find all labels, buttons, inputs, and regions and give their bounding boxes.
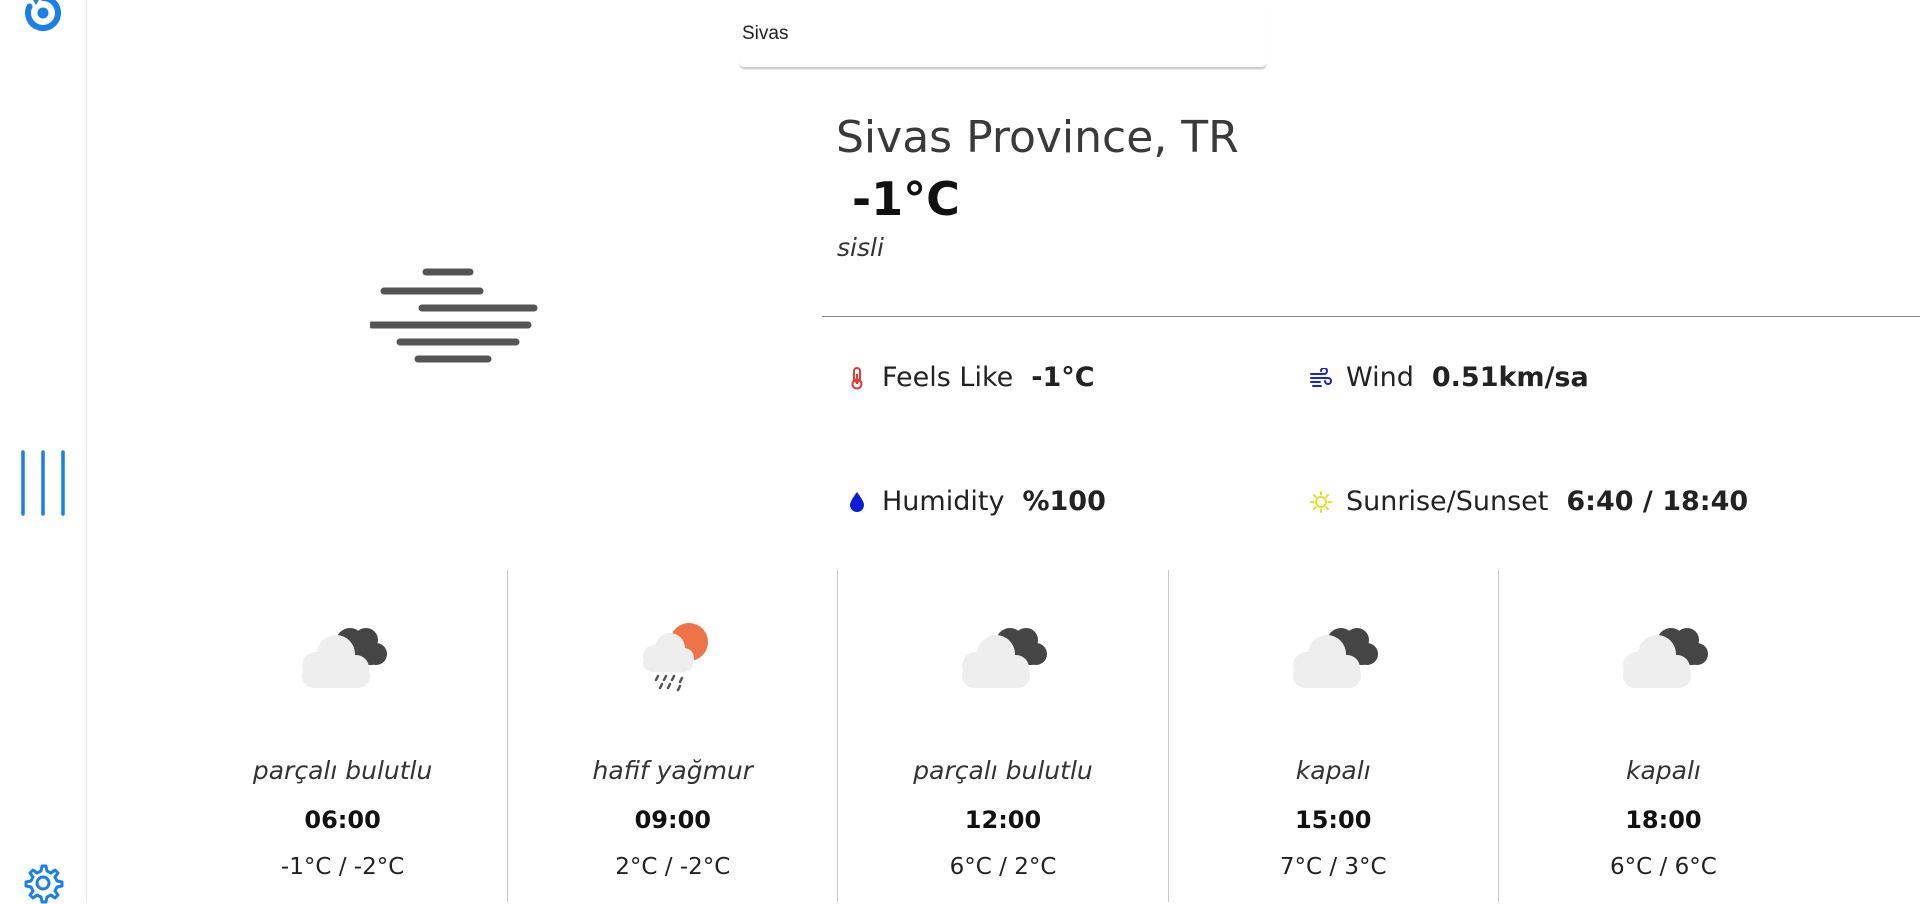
- weather-description: sisli: [837, 233, 884, 262]
- forecast-description: parçalı bulutlu: [913, 756, 1093, 785]
- forecast-time: 09:00: [634, 806, 711, 834]
- wind-detail: Wind 0.51km/sa: [1308, 362, 1589, 393]
- sunrise-sunset-detail: Sunrise/Sunset 6:40 / 18:40: [1308, 486, 1748, 517]
- forecast-card: parçalı bulutlu 12:00 6°C / 2°C: [837, 570, 1167, 902]
- forecast-description: kapalı: [1295, 756, 1371, 785]
- forecast-temperature-range: 6°C / 6°C: [1610, 854, 1717, 880]
- sunrise-sunset-label: Sunrise/Sunset: [1346, 486, 1549, 517]
- overcast-clouds-icon: [1622, 628, 1708, 688]
- menu-bars-icon[interactable]: [18, 450, 68, 516]
- feels-like-value: -1°C: [1031, 362, 1095, 393]
- thermometer-icon: [844, 365, 870, 391]
- wind-value: 0.51km/sa: [1431, 362, 1589, 393]
- feels-like-label: Feels Like: [882, 362, 1014, 393]
- search-box: [739, 10, 1267, 69]
- logo-icon[interactable]: [22, 0, 64, 34]
- gear-icon[interactable]: [22, 862, 64, 904]
- forecast-temperature-range: 6°C / 2°C: [949, 854, 1057, 880]
- forecast-card: kapalı 18:00 6°C / 6°C: [1497, 570, 1828, 902]
- forecast-temperature-range: -1°C / -2°C: [280, 854, 405, 880]
- fog-icon: [370, 268, 538, 363]
- water-drop-icon: [844, 489, 870, 515]
- wind-icon: [1308, 365, 1334, 391]
- forecast-temperature-range: 2°C / -2°C: [615, 854, 731, 880]
- humidity-value: %100: [1022, 486, 1106, 517]
- divider: [822, 316, 1920, 317]
- forecast-description: hafif yağmur: [592, 756, 754, 785]
- overcast-clouds-icon: [1292, 628, 1378, 688]
- current-temperature: -1°C: [852, 172, 960, 226]
- forecast-card: parçalı bulutlu 06:00 -1°C / -2°C: [178, 570, 507, 902]
- forecast-time: 06:00: [304, 806, 381, 834]
- forecast-card: hafif yağmur 09:00 2°C / -2°C: [507, 570, 837, 902]
- forecast-temperature-range: 7°C / 3°C: [1279, 854, 1387, 880]
- forecast-time: 12:00: [964, 806, 1042, 834]
- forecast-description: kapalı: [1625, 756, 1701, 785]
- wind-label: Wind: [1346, 362, 1414, 393]
- hourly-forecast: parçalı bulutlu 06:00 -1°C / -2°C hafif …: [178, 570, 1828, 902]
- search-input[interactable]: [742, 16, 1257, 52]
- forecast-description: parçalı bulutlu: [252, 756, 433, 785]
- feels-like-detail: Feels Like -1°C: [844, 362, 1095, 393]
- location-name: Sivas Province, TR: [836, 112, 1239, 163]
- broken-clouds-icon: [962, 628, 1048, 688]
- sun-icon: [1308, 489, 1334, 515]
- forecast-card: kapalı 15:00 7°C / 3°C: [1167, 570, 1498, 902]
- sunrise-sunset-value: 6:40 / 18:40: [1566, 486, 1749, 517]
- light-rain-icon: [643, 623, 709, 692]
- sidebar: [0, 0, 87, 904]
- humidity-detail: Humidity %100: [844, 486, 1106, 517]
- forecast-time: 18:00: [1625, 806, 1702, 834]
- humidity-label: Humidity: [882, 486, 1005, 517]
- forecast-time: 15:00: [1295, 806, 1372, 834]
- broken-clouds-icon: [302, 628, 387, 688]
